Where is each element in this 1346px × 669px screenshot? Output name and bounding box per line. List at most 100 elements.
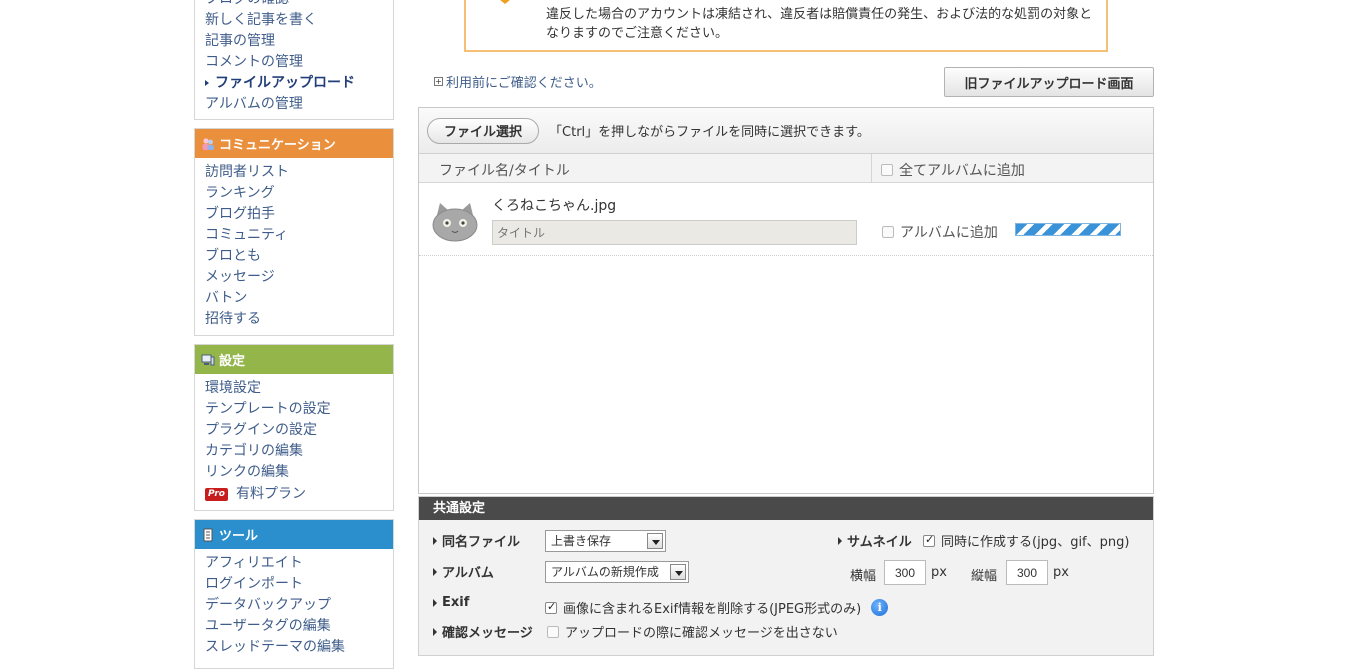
sidebar-item-data-backup[interactable]: データバックアップ xyxy=(195,595,393,616)
height-unit: px xyxy=(1053,565,1069,580)
sidebar-item-log-import[interactable]: ログインポート xyxy=(195,574,393,595)
sidebar-item-template[interactable]: テンプレートの設定 xyxy=(195,399,393,420)
add-all-checkbox[interactable] xyxy=(881,164,893,176)
confirm-option-label: アップロードの際に確認メッセージを出さない xyxy=(565,626,838,641)
sidebar-item-invite[interactable]: 招待する xyxy=(195,309,393,330)
thumbnail-checkbox[interactable] xyxy=(923,533,935,547)
add-to-album-checkbox[interactable] xyxy=(882,226,894,238)
notice-link[interactable]: + 利用前にご確認ください。 xyxy=(434,72,602,91)
exif-text: Exif xyxy=(442,595,470,610)
sidebar-item-new-post[interactable]: 新しく記事を書く xyxy=(195,10,393,31)
dropdown-arrow-icon xyxy=(647,533,663,549)
width-input[interactable] xyxy=(884,560,926,585)
sidebar-item-paid-plan[interactable]: Pro 有料プラン xyxy=(195,483,393,506)
triangle-icon xyxy=(433,536,437,545)
info-icon[interactable]: i xyxy=(871,599,889,616)
sidebar-item-baton[interactable]: バトン xyxy=(195,288,393,309)
width-label: 横幅 xyxy=(850,569,877,584)
exif-checkbox[interactable] xyxy=(545,600,557,614)
sidebar-settings-group: 設定 環境設定 テンプレートの設定 プラグインの設定 カテゴリの編集 リンクの編… xyxy=(194,344,394,511)
sidebar-item-burotomo[interactable]: ブロとも xyxy=(195,246,393,267)
sidebar-header-communication: コミュニケーション xyxy=(195,129,393,158)
sidebar-item-file-upload[interactable]: ファイルアップロード xyxy=(195,73,393,94)
notice-link-label: 利用前にご確認ください。 xyxy=(446,76,602,91)
common-settings-header: 共通設定 xyxy=(419,497,1153,520)
sidebar-item-manage-comments[interactable]: コメントの管理 xyxy=(195,52,393,73)
thumbnail-text: サムネイル xyxy=(847,535,912,550)
add-to-album-label: アルバムに追加 xyxy=(900,225,998,241)
album-label: アルバム xyxy=(433,562,494,581)
add-all-label: 全てアルバムに追加 xyxy=(899,163,1025,179)
exif-option-label: 画像に含まれるExif情報を削除する(JPEG形式のみ) xyxy=(563,602,862,617)
sidebar-item-label: ファイルアップロード xyxy=(215,75,355,91)
file-row: くろねこちゃん.jpg アルバムに追加 xyxy=(419,184,1153,256)
add-all-to-album[interactable]: 全てアルバムに追加 xyxy=(881,160,1025,180)
upload-toolbar: ファイル選択 「Ctrl」を押しながらファイルを同時に選択できます。 xyxy=(419,108,1153,154)
document-icon xyxy=(201,528,215,542)
file-list-header: ファイル名/タイトル 全てアルバムに追加 xyxy=(419,154,1153,183)
sidebar-item-manage-posts[interactable]: 記事の管理 xyxy=(195,31,393,52)
sidebar-item-messages[interactable]: メッセージ xyxy=(195,267,393,288)
sidebar-header-label: ツール xyxy=(219,529,259,544)
album-value: アルバムの新規作成 xyxy=(551,565,659,579)
thumbnail-option-label: 同時に作成する(jpg、gif、png) xyxy=(941,535,1130,550)
pro-badge: Pro xyxy=(205,487,228,501)
sidebar-item-affiliate[interactable]: アフィリエイト xyxy=(195,553,393,574)
same-name-label: 同名ファイル xyxy=(433,531,520,550)
file-select-hint: 「Ctrl」を押しながらファイルを同時に選択できます。 xyxy=(549,125,870,140)
sidebar-item-environment[interactable]: 環境設定 xyxy=(195,378,393,399)
current-arrow-icon xyxy=(205,80,209,86)
column-filename: ファイル名/タイトル xyxy=(439,163,570,179)
expand-plus-icon: + xyxy=(434,77,443,86)
sidebar-header-label: 設定 xyxy=(219,354,246,369)
album-text: アルバム xyxy=(442,566,494,581)
file-name: くろねこちゃん.jpg xyxy=(492,198,617,214)
confirm-label: 確認メッセージ xyxy=(433,622,533,641)
confirm-text: 確認メッセージ xyxy=(442,626,533,641)
height-label: 縦幅 xyxy=(971,569,998,584)
old-upload-screen-button[interactable]: 旧ファイルアップロード画面 xyxy=(944,67,1154,97)
exif-option[interactable]: 画像に含まれるExif情報を削除する(JPEG形式のみ) i xyxy=(545,598,889,617)
warning-box: 違反した場合のアカウントは凍結され、違反者は賠償責任の発生、および法的な処罰の対… xyxy=(464,0,1108,52)
same-name-select[interactable]: 上書き保存 xyxy=(545,530,666,552)
add-to-album[interactable]: アルバムに追加 xyxy=(882,222,998,242)
album-select[interactable]: アルバムの新規作成 xyxy=(545,561,689,583)
sidebar-item-community[interactable]: コミュニティ xyxy=(195,225,393,246)
file-select-button[interactable]: ファイル選択 xyxy=(427,117,540,144)
warning-line-2: なりますのでご注意ください。 xyxy=(546,26,729,41)
upload-progress-bar xyxy=(1015,223,1121,236)
sidebar-item-blog-clap[interactable]: ブログ拍手 xyxy=(195,204,393,225)
sidebar-header-tools: ツール xyxy=(195,520,393,549)
file-title-input[interactable] xyxy=(492,220,857,245)
sidebar-item-links[interactable]: リンクの編集 xyxy=(195,462,393,483)
sidebar-item-thread-theme[interactable]: スレッドテーマの編集 xyxy=(195,637,393,658)
thumbnail-label: サムネイル xyxy=(838,531,912,550)
confirm-option[interactable]: アップロードの際に確認メッセージを出さない xyxy=(547,622,838,641)
exif-label: Exif xyxy=(433,595,469,610)
confirm-checkbox[interactable] xyxy=(547,625,559,638)
cat-thumbnail-icon xyxy=(431,201,479,243)
monitor-icon xyxy=(201,353,215,367)
column-separator xyxy=(871,154,872,182)
sidebar-header-label: コミュニケーション xyxy=(219,138,336,153)
sidebar-item-ranking[interactable]: ランキング xyxy=(195,183,393,204)
triangle-icon xyxy=(433,627,437,636)
people-icon xyxy=(201,137,215,151)
height-input[interactable] xyxy=(1006,560,1048,585)
triangle-icon xyxy=(433,598,437,607)
dropdown-arrow-icon xyxy=(670,564,686,580)
warning-line-1: 違反した場合のアカウントは凍結され、違反者は賠償責任の発生、および法的な処罰の対… xyxy=(546,7,1093,22)
sidebar-blog-group: ブログの確認 新しく記事を書く 記事の管理 コメントの管理 ファイルアップロード… xyxy=(194,0,394,120)
thumbnail-option[interactable]: 同時に作成する(jpg、gif、png) xyxy=(923,531,1129,550)
sidebar-item-category[interactable]: カテゴリの編集 xyxy=(195,441,393,462)
sidebar-item-manage-albums[interactable]: アルバムの管理 xyxy=(195,94,393,115)
sidebar-item-plugin[interactable]: プラグインの設定 xyxy=(195,420,393,441)
common-settings-panel: 共通設定 同名ファイル 上書き保存 アルバム アルバムの新規作成 Exif 画像… xyxy=(418,496,1154,656)
warning-icon xyxy=(488,0,522,4)
sidebar-item-blog-check[interactable]: ブログの確認 xyxy=(195,0,393,10)
sidebar-item-visitors[interactable]: 訪問者リスト xyxy=(195,162,393,183)
width-unit: px xyxy=(931,565,947,580)
same-name-text: 同名ファイル xyxy=(442,535,521,550)
sidebar-item-user-tags[interactable]: ユーザータグの編集 xyxy=(195,616,393,637)
triangle-icon xyxy=(838,536,842,545)
